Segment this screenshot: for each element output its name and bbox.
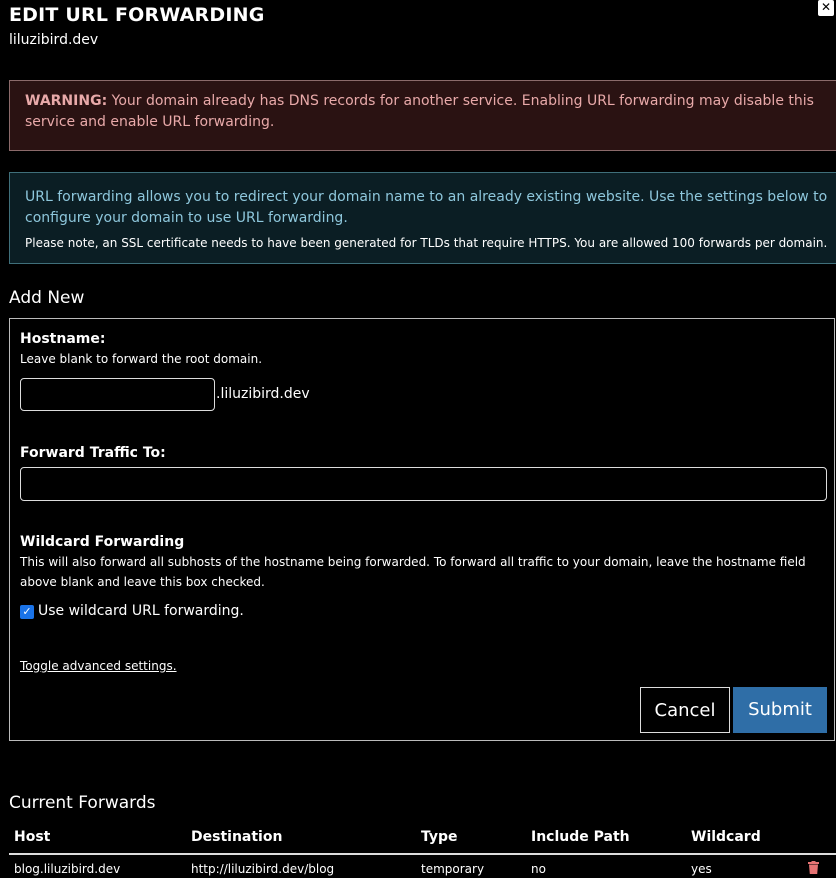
info-alert: URL forwarding allows you to redirect yo…: [9, 172, 836, 264]
cell-host: blog.liluzibird.dev: [14, 862, 121, 876]
warning-alert: WARNING: Your domain already has DNS rec…: [9, 80, 836, 151]
cell-destination: http://liluzibird.dev/blog: [191, 862, 335, 876]
wildcard-checkbox-label[interactable]: Use wildcard URL forwarding.: [38, 603, 244, 619]
hostname-input[interactable]: [20, 378, 215, 411]
wildcard-checkbox[interactable]: ✓: [20, 605, 34, 619]
forward-label: Forward Traffic To:: [20, 445, 166, 461]
column-header-host: Host: [14, 829, 51, 845]
hostname-suffix: .liluzibird.dev: [216, 386, 310, 402]
checkmark-icon: ✓: [22, 605, 32, 618]
column-header-type: Type: [421, 829, 458, 845]
warning-label: WARNING:: [25, 93, 108, 109]
close-icon[interactable]: ✕: [818, 0, 834, 16]
info-note: Please note, an SSL certificate needs to…: [25, 236, 828, 250]
wildcard-label: Wildcard Forwarding: [20, 534, 185, 550]
forward-to-input[interactable]: [20, 467, 827, 501]
column-header-destination: Destination: [191, 829, 283, 845]
warning-text: Your domain already has DNS records for …: [25, 93, 814, 130]
add-new-heading: Add New: [9, 288, 85, 308]
page-title: EDIT URL FORWARDING: [9, 4, 265, 26]
trash-icon[interactable]: [808, 861, 819, 874]
wildcard-help: This will also forward all subhosts of t…: [20, 555, 806, 589]
table-header-divider: [9, 853, 836, 855]
hostname-label: Hostname:: [20, 331, 106, 347]
current-forwards-heading: Current Forwards: [9, 793, 156, 813]
toggle-advanced-link[interactable]: Toggle advanced settings.: [20, 659, 177, 673]
submit-button[interactable]: Submit: [733, 687, 827, 733]
cell-wildcard: yes: [691, 862, 712, 876]
column-header-wildcard: Wildcard: [691, 829, 761, 845]
column-header-include-path: Include Path: [531, 829, 630, 845]
domain-name: liluzibird.dev: [9, 32, 99, 48]
info-text: URL forwarding allows you to redirect yo…: [25, 189, 828, 226]
add-forward-form: Hostname: Leave blank to forward the roo…: [9, 318, 835, 741]
hostname-help: Leave blank to forward the root domain.: [20, 352, 263, 366]
cell-type: temporary: [421, 862, 485, 876]
cell-include-path: no: [531, 862, 546, 876]
cancel-button[interactable]: Cancel: [640, 687, 730, 733]
